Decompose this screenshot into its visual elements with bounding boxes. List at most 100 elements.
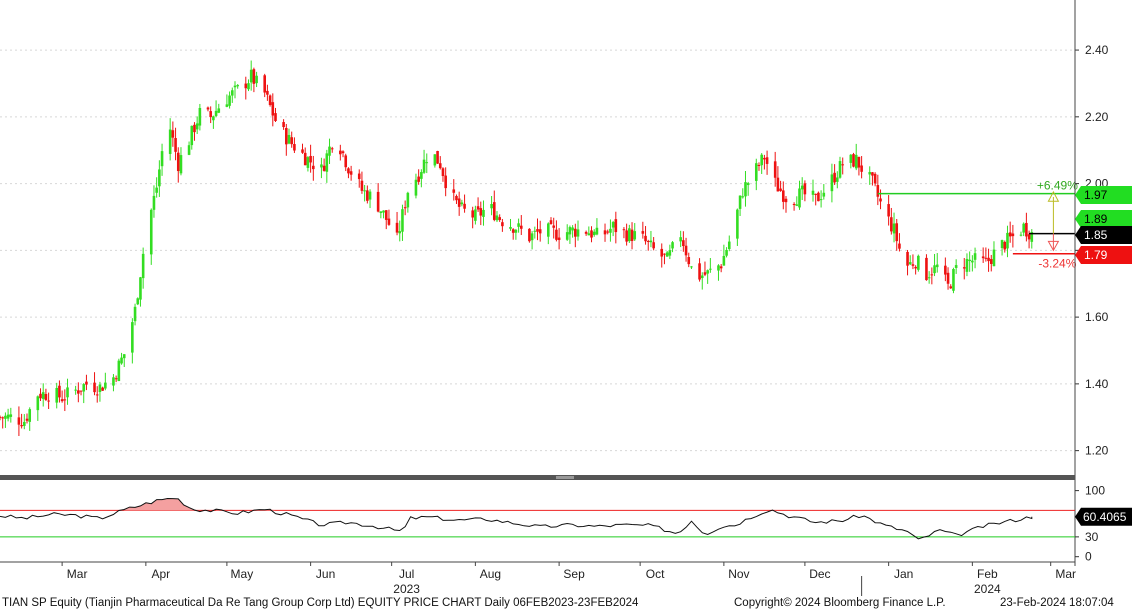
- candle-up: [420, 172, 423, 179]
- candle-down: [266, 90, 269, 95]
- candle-up: [139, 277, 142, 300]
- candle-down: [511, 229, 515, 233]
- candle-down: [349, 171, 353, 175]
- candle-up: [892, 223, 896, 234]
- candle-down: [360, 180, 364, 191]
- candle-up: [217, 108, 221, 113]
- candle-down: [20, 425, 23, 427]
- candle-up: [746, 183, 750, 186]
- candle-up: [633, 231, 637, 240]
- candle-up: [628, 228, 631, 242]
- candle-down: [557, 237, 561, 241]
- candle-up: [122, 354, 126, 359]
- candle-down: [1025, 222, 1028, 237]
- candle-down: [890, 217, 893, 232]
- candle-down: [646, 240, 650, 242]
- pct-down-label: -3.24%: [1038, 257, 1076, 271]
- candle-down: [663, 253, 666, 255]
- candle-down: [914, 266, 917, 269]
- candle-down: [895, 223, 899, 242]
- price-tick-label: 1.20: [1085, 444, 1109, 458]
- candle-down: [773, 161, 777, 178]
- candle-up: [425, 162, 429, 164]
- candle-up: [679, 237, 682, 242]
- candle-down: [719, 266, 723, 269]
- candle-down: [622, 229, 626, 231]
- candle-up: [609, 228, 612, 233]
- bloomberg-price-chart: +6.49%-3.24% 1.201.401.601.802.002.202.4…: [0, 0, 1132, 614]
- pct-up-label: +6.49%: [1037, 179, 1078, 193]
- candle-down: [47, 400, 50, 402]
- month-label: Jul: [399, 567, 414, 581]
- candle-down: [552, 225, 556, 228]
- candle-up: [228, 95, 231, 106]
- candle-up: [595, 227, 599, 235]
- candle-down: [1011, 233, 1015, 237]
- candle-down: [58, 385, 61, 398]
- candle-up: [568, 227, 572, 235]
- candle-up: [55, 387, 59, 403]
- candle-up: [236, 85, 239, 87]
- candle-down: [925, 257, 928, 281]
- candle-up: [836, 177, 839, 182]
- candle-up: [700, 275, 704, 279]
- candle-down: [873, 173, 877, 184]
- candle-up: [82, 384, 86, 392]
- candle-down: [479, 208, 483, 216]
- candle-down: [417, 176, 420, 182]
- candle-up: [490, 204, 493, 209]
- candle-down: [698, 263, 701, 280]
- panel-divider[interactable]: [0, 475, 1075, 480]
- candle-up: [822, 192, 826, 197]
- candle-down: [271, 102, 275, 116]
- candle-up: [690, 266, 693, 268]
- candle-down: [584, 231, 588, 234]
- candle-down: [498, 217, 501, 220]
- candle-down: [60, 399, 64, 402]
- candle-down: [792, 204, 796, 206]
- candle-down: [763, 157, 766, 160]
- candle-down: [476, 206, 480, 210]
- month-label: Nov: [728, 567, 749, 581]
- candle-up: [382, 210, 385, 213]
- candle-up: [760, 154, 763, 166]
- candle-down: [682, 240, 685, 247]
- candle-up: [41, 392, 45, 399]
- candle-up: [249, 69, 253, 83]
- candle-up: [927, 277, 931, 279]
- candle-down: [309, 155, 312, 163]
- candle-up: [736, 209, 739, 239]
- candle-down: [293, 144, 296, 151]
- candle-down: [463, 203, 466, 209]
- candle-down: [949, 286, 953, 289]
- candle-up: [517, 223, 520, 227]
- candle-down: [776, 177, 780, 192]
- candle-down: [684, 245, 688, 256]
- month-label: Mar: [1055, 567, 1076, 581]
- candle-down: [911, 264, 915, 266]
- candle-down: [290, 137, 294, 145]
- month-label: May: [231, 567, 254, 581]
- candle-down: [528, 228, 531, 242]
- candle-down: [174, 138, 177, 152]
- candle-up: [212, 116, 215, 121]
- rsi-tick-label: 100: [1085, 484, 1105, 498]
- candle-down: [95, 394, 99, 396]
- candle-down: [206, 107, 210, 110]
- candle-down: [781, 190, 785, 202]
- candle-down: [887, 204, 890, 217]
- candle-up: [819, 199, 823, 201]
- candle-down: [344, 155, 348, 168]
- price-tick-label: 1.60: [1085, 310, 1109, 324]
- rsi-overbought-fill: [124, 498, 778, 511]
- candle-up: [306, 157, 310, 168]
- candle-down: [282, 122, 285, 128]
- candle-up: [952, 269, 955, 291]
- candle-up: [741, 196, 745, 198]
- candle-up: [838, 161, 842, 178]
- candle-down: [981, 256, 985, 259]
- candle-up: [325, 153, 329, 172]
- candle-down: [549, 220, 553, 225]
- candle-up: [571, 227, 574, 231]
- candle-up: [131, 322, 134, 353]
